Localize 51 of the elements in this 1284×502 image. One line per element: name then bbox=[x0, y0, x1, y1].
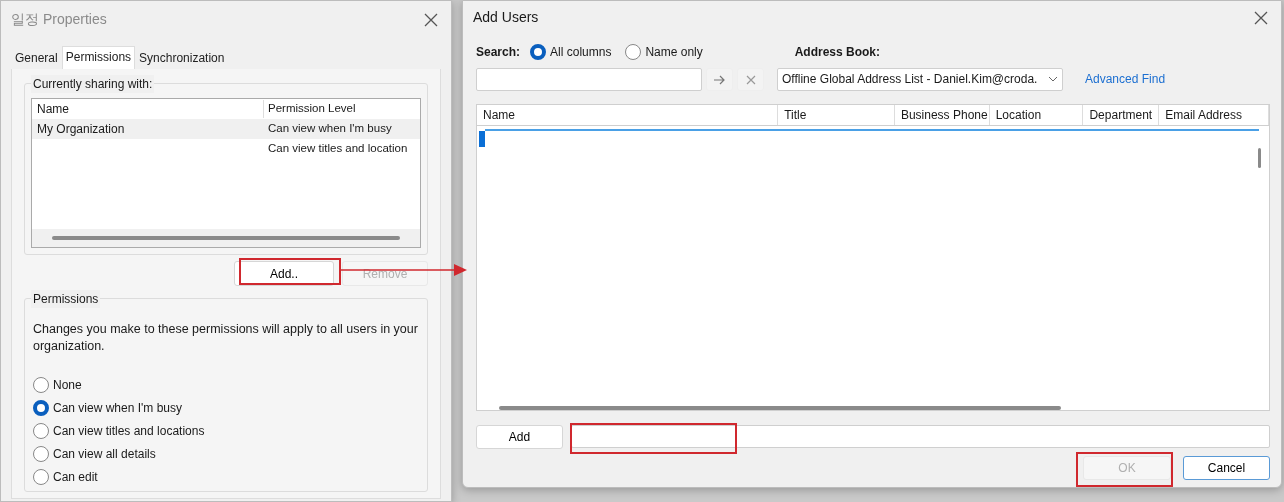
radio-button[interactable] bbox=[33, 468, 49, 485]
radio-label[interactable]: Can view all details bbox=[53, 444, 156, 463]
window-title: Add Users bbox=[473, 7, 539, 27]
tab[interactable]: Synchronization bbox=[135, 46, 229, 69]
clear-icon bbox=[745, 74, 756, 85]
column-header[interactable]: Name bbox=[477, 105, 779, 125]
add-button[interactable]: Add.. bbox=[234, 261, 334, 286]
column-header[interactable]: Location bbox=[989, 105, 1084, 125]
radio-button[interactable] bbox=[33, 422, 49, 439]
radio-label[interactable]: None bbox=[53, 375, 82, 394]
list-row[interactable]: My Organization Can view when I'm busy bbox=[32, 119, 420, 139]
scrollbar[interactable] bbox=[32, 229, 420, 247]
column-header[interactable]: Department bbox=[1083, 105, 1160, 125]
scrollbar-thumb[interactable] bbox=[1258, 148, 1261, 168]
radio-label[interactable]: All columns bbox=[550, 43, 612, 61]
column-header[interactable]: Title bbox=[778, 105, 895, 125]
description-text: Changes you make to these permissions will apply to all users in your organization. bbox=[33, 321, 419, 355]
add-button[interactable]: Add bbox=[476, 425, 563, 449]
table-cell: Can view when I'm busy bbox=[268, 122, 392, 135]
scrollbar-thumb[interactable] bbox=[499, 406, 1061, 410]
radio-button[interactable] bbox=[33, 376, 49, 393]
window-title: 일정 Properties bbox=[11, 9, 107, 29]
tab[interactable]: General bbox=[11, 46, 62, 69]
radio-label[interactable]: Can view titles and locations bbox=[53, 421, 205, 440]
list-row[interactable]: Can view titles and location bbox=[32, 139, 420, 159]
chevron-down-icon bbox=[1048, 76, 1058, 82]
radio-label[interactable]: Can view when I'm busy bbox=[53, 398, 182, 417]
column-header[interactable]: Email Address bbox=[1159, 105, 1269, 125]
tab[interactable]: Permissions bbox=[61, 46, 136, 69]
radio-button[interactable] bbox=[530, 44, 547, 60]
arrow-right-icon bbox=[713, 74, 726, 85]
column-header: Name bbox=[32, 100, 264, 118]
group-label: Permissions bbox=[31, 290, 101, 308]
advanced-find-link[interactable]: Advanced Find bbox=[1085, 70, 1166, 88]
search-field[interactable] bbox=[476, 67, 702, 91]
radio-label[interactable]: Name only bbox=[645, 43, 703, 61]
recipients-field[interactable] bbox=[571, 425, 1270, 448]
column-header[interactable]: Business Phone bbox=[894, 105, 990, 125]
table-cell: Can view titles and location bbox=[268, 142, 408, 155]
radio-label[interactable]: Can edit bbox=[53, 467, 98, 486]
field-label: Address Book: bbox=[794, 44, 880, 61]
field-label: Search: bbox=[476, 44, 521, 61]
group-label: Currently sharing with: bbox=[31, 75, 155, 93]
column-header: Permission Level bbox=[267, 101, 357, 117]
radio-button[interactable] bbox=[33, 399, 49, 416]
radio-button[interactable] bbox=[625, 44, 642, 60]
radio-button[interactable] bbox=[33, 445, 49, 462]
address-book-dropdown[interactable]: Offline Global Address List - Daniel.Kim@croda. bbox=[777, 67, 1063, 91]
cancel-button[interactable]: Cancel bbox=[1183, 456, 1270, 480]
selection-marker bbox=[479, 131, 485, 147]
table-cell: My Organization bbox=[37, 122, 125, 136]
